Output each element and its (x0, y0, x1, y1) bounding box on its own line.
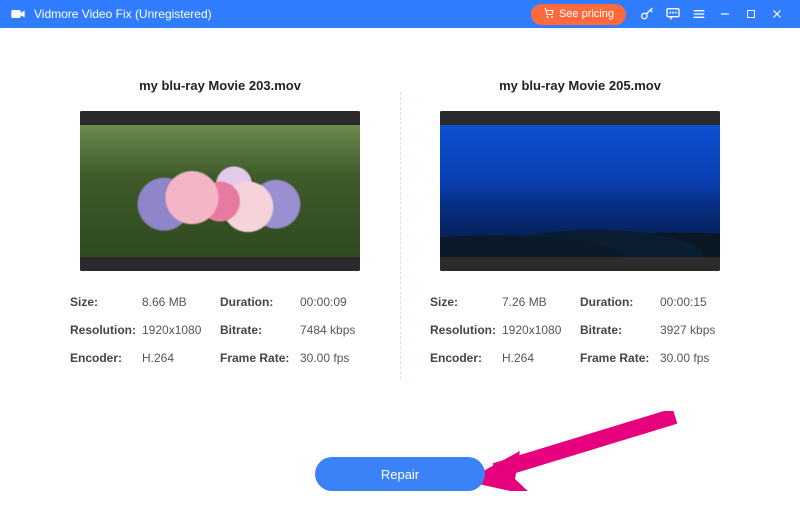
left-video-thumbnail[interactable] (80, 111, 360, 271)
meta-label: Resolution: (430, 323, 502, 337)
meta-value: 3927 kbps (660, 323, 715, 337)
meta-value: 1920x1080 (502, 323, 580, 337)
meta-value: 30.00 fps (300, 351, 349, 365)
meta-label: Size: (70, 295, 142, 309)
menu-icon[interactable] (686, 0, 712, 28)
meta-label: Duration: (220, 295, 300, 309)
titlebar: Vidmore Video Fix (Unregistered) See pri… (0, 0, 800, 28)
meta-label: Frame Rate: (580, 351, 660, 365)
maximize-icon[interactable] (738, 0, 764, 28)
meta-label: Encoder: (430, 351, 502, 365)
meta-value: 1920x1080 (142, 323, 220, 337)
key-icon[interactable] (634, 0, 660, 28)
right-filename: my blu-ray Movie 205.mov (499, 78, 661, 93)
meta-value: 7.26 MB (502, 295, 580, 309)
meta-label: Encoder: (70, 351, 142, 365)
right-metadata: Size: 7.26 MB Duration: 00:00:15 Resolut… (430, 295, 730, 379)
left-metadata: Size: 8.66 MB Duration: 00:00:09 Resolut… (70, 295, 370, 379)
meta-label: Bitrate: (580, 323, 660, 337)
meta-label: Bitrate: (220, 323, 300, 337)
vertical-divider (400, 92, 401, 379)
right-video-pane: my blu-ray Movie 205.mov Size: 7.26 MB D… (420, 78, 740, 509)
meta-label: Resolution: (70, 323, 142, 337)
see-pricing-label: See pricing (559, 8, 614, 20)
app-title: Vidmore Video Fix (Unregistered) (34, 7, 212, 21)
left-filename: my blu-ray Movie 203.mov (139, 78, 301, 93)
left-video-pane: my blu-ray Movie 203.mov Size: 8.66 MB D… (60, 78, 380, 509)
footer: Repair (0, 457, 800, 491)
right-video-thumbnail[interactable] (440, 111, 720, 271)
feedback-icon[interactable] (660, 0, 686, 28)
meta-value: 00:00:09 (300, 295, 347, 309)
close-icon[interactable] (764, 0, 790, 28)
see-pricing-button[interactable]: See pricing (531, 4, 626, 25)
meta-value: H.264 (142, 351, 220, 365)
cart-icon (543, 7, 555, 22)
meta-value: 8.66 MB (142, 295, 220, 309)
meta-value: H.264 (502, 351, 580, 365)
meta-value: 7484 kbps (300, 323, 355, 337)
app-logo-icon (10, 6, 26, 22)
meta-label: Size: (430, 295, 502, 309)
meta-label: Duration: (580, 295, 660, 309)
repair-button[interactable]: Repair (315, 457, 485, 491)
minimize-icon[interactable] (712, 0, 738, 28)
main-content: my blu-ray Movie 203.mov Size: 8.66 MB D… (0, 28, 800, 509)
meta-value: 00:00:15 (660, 295, 707, 309)
meta-label: Frame Rate: (220, 351, 300, 365)
meta-value: 30.00 fps (660, 351, 709, 365)
